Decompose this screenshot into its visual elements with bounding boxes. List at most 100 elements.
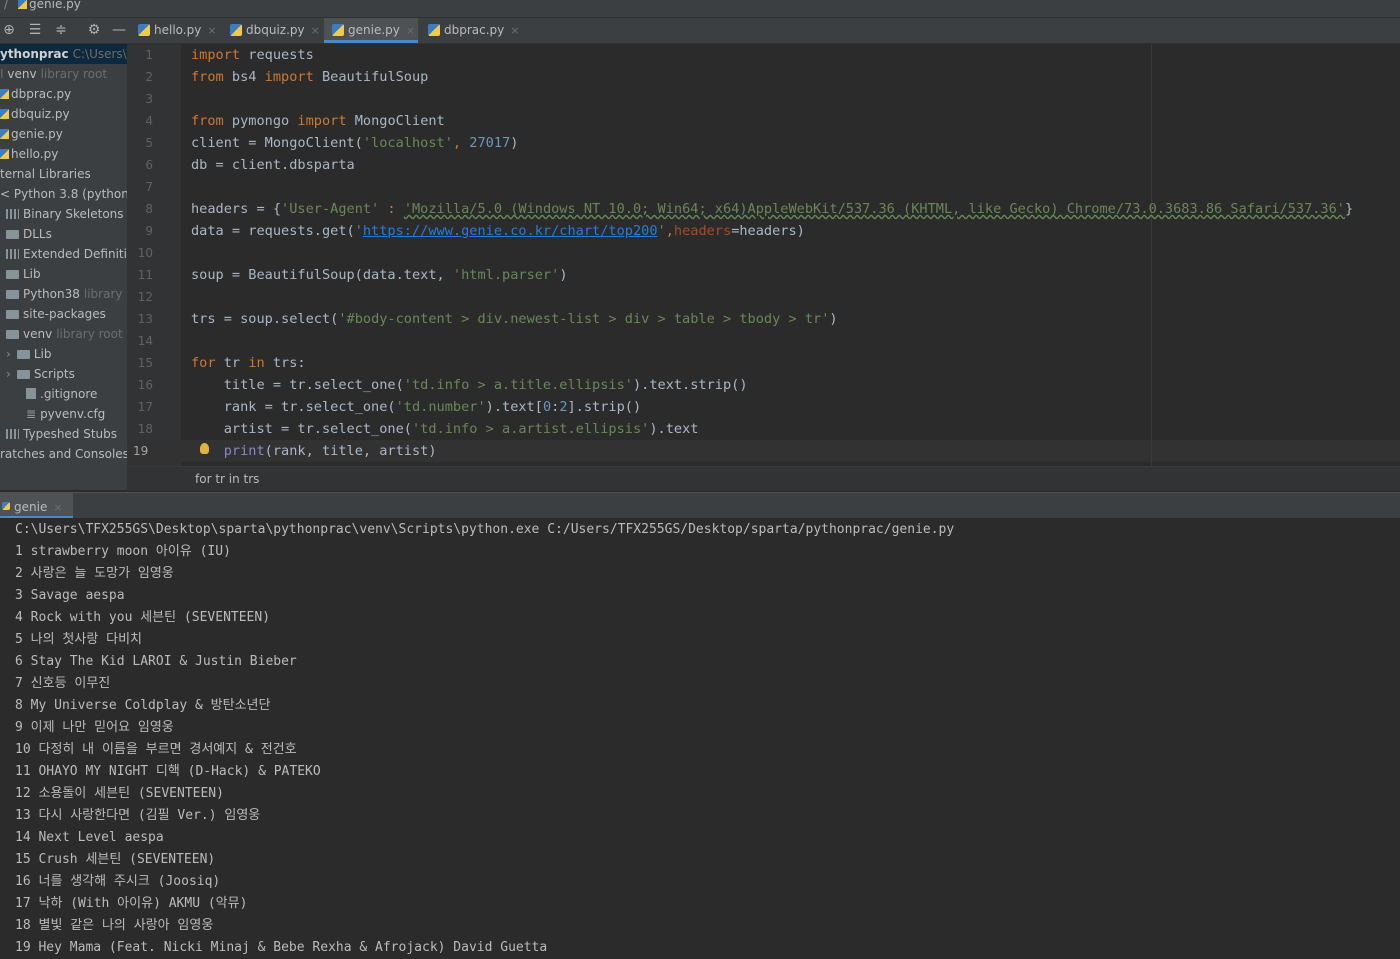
editor-breadcrumb[interactable]: for tr in trs: [127, 466, 1400, 491]
tab-hello-py[interactable]: hello.py ×: [130, 18, 222, 43]
line-number: 13: [137, 312, 153, 326]
line-number: 18: [137, 422, 153, 436]
library-icon: [6, 209, 19, 219]
code-line-16: title = tr.select_one('td.info > a.title…: [191, 377, 748, 393]
collapse-all-icon[interactable]: ☰: [26, 21, 44, 39]
library-icon: [6, 249, 19, 259]
line-number: 9: [145, 224, 153, 238]
library-icon: [6, 429, 19, 439]
code-line-13: trs = soup.select('#body-content > div.n…: [191, 311, 838, 327]
minimize-icon[interactable]: —: [110, 21, 128, 39]
python-file-icon: [0, 149, 9, 159]
tree-item-project-root[interactable]: ythonpracC:\Users\TF: [0, 44, 127, 64]
run-console[interactable]: C:\Users\TFX255GS\Desktop\sparta\pythonp…: [0, 518, 1400, 959]
line-number: 1: [145, 48, 153, 62]
tree-item-venv-lib[interactable]: › Lib: [6, 344, 51, 364]
tab-dbprac-py[interactable]: dbprac.py ×: [420, 18, 520, 43]
tree-item-dbprac[interactable]: dbprac.py: [0, 84, 71, 104]
line-number: 5: [145, 136, 153, 150]
config-file-icon: ≣: [26, 407, 37, 421]
console-line: 9 이제 나만 믿어요 임영웅: [15, 720, 174, 735]
console-line: 11 OHAYO MY NIGHT 디핵 (D-Hack) & PATEKO: [15, 764, 321, 779]
python-file-icon: [230, 24, 242, 36]
tree-item-scripts[interactable]: › Scripts: [6, 364, 75, 384]
line-number: 8: [145, 202, 153, 216]
tree-item-python38-sdk[interactable]: < Python 3.8 (pythonp: [0, 184, 127, 204]
tree-item-pyvenv-cfg[interactable]: ≣ pyvenv.cfg: [26, 404, 105, 424]
console-line: 6 Stay The Kid LAROI & Justin Bieber: [15, 654, 297, 669]
console-line: 16 너를 생각해 주시크 (Joosiq): [15, 874, 221, 889]
tree-item-typeshed-stubs[interactable]: Typeshed Stubs: [6, 424, 117, 444]
console-line: 14 Next Level aespa: [15, 830, 164, 845]
tree-item-dbquiz[interactable]: dbquiz.py: [0, 104, 70, 124]
python-file-icon: [2, 502, 10, 510]
close-icon[interactable]: ×: [311, 24, 320, 37]
code-line-5: client = MongoClient('localhost', 27017): [191, 135, 519, 151]
line-number: 10: [137, 246, 153, 260]
console-line: 2 사랑은 늘 도망가 임영웅: [15, 566, 174, 581]
tree-item-venv[interactable]: I venv library root: [0, 64, 107, 84]
console-line: 12 소용돌이 세븐틴 (SEVENTEEN): [15, 786, 224, 801]
tree-item-lib[interactable]: Lib: [6, 264, 41, 284]
tree-item-gitignore[interactable]: .gitignore: [26, 384, 97, 404]
run-tab-genie[interactable]: genie ×: [0, 493, 73, 518]
code-line-11: soup = BeautifulSoup(data.text, 'html.pa…: [191, 267, 568, 283]
tree-item-extended-definitions[interactable]: Extended Definitior: [6, 244, 127, 264]
python-file-icon: [0, 89, 9, 99]
close-icon[interactable]: ×: [510, 24, 519, 37]
line-number: 11: [137, 268, 153, 282]
line-number: 15: [137, 356, 153, 370]
project-tree: ythonpracC:\Users\TF I venvlibrary root …: [0, 44, 127, 490]
code-line-15: for tr in trs:: [191, 355, 306, 371]
tab-genie-py[interactable]: genie.py ×: [324, 18, 418, 43]
line-number: 6: [145, 158, 153, 172]
console-line: 10 다정히 내 이름을 부르면 경서예지 & 전건호: [15, 742, 297, 757]
console-line: 7 신호등 이무진: [15, 676, 111, 691]
expand-all-icon[interactable]: ≑: [52, 21, 70, 39]
tree-item-binary-skeletons[interactable]: Binary Skeletons: [6, 204, 124, 224]
folder-icon: [16, 370, 30, 379]
gitignore-icon: [26, 388, 36, 399]
chevron-right-icon[interactable]: ›: [6, 367, 11, 381]
folder-icon: [16, 350, 30, 359]
console-line: 13 다시 사랑한다면 (김필 Ver.) 임영웅: [15, 808, 261, 823]
tree-item-hello[interactable]: hello.py: [0, 144, 58, 164]
console-line: 15 Crush 세븐틴 (SEVENTEEN): [15, 852, 216, 867]
code-editor[interactable]: import requests from bs4 import Beautifu…: [181, 44, 1400, 466]
tab-dbquiz-py[interactable]: dbquiz.py ×: [222, 18, 322, 43]
console-line: 5 나의 첫사랑 다비치: [15, 632, 142, 647]
breadcrumb-item[interactable]: for tr in trs: [195, 472, 259, 486]
python-file-icon: [332, 24, 344, 36]
gear-icon[interactable]: ⚙: [85, 21, 103, 39]
add-icon[interactable]: ⊕: [0, 21, 18, 39]
tree-item-external-libraries[interactable]: ternal Libraries: [0, 164, 91, 184]
console-line: 3 Savage aespa: [15, 588, 125, 603]
console-line: 8 My Universe Coldplay & 방탄소년단: [15, 698, 271, 713]
python-file-icon: [138, 24, 150, 36]
line-number: 2: [145, 70, 153, 84]
line-number: 7: [145, 180, 153, 194]
line-number-gutter[interactable]: 1 2 3 4 5 6 7 8 9 10 11 12 13 14 15 16 1…: [127, 44, 190, 466]
editor-tabs-bar: ⊕ ☰ ≑ ⚙ — hello.py × dbquiz.py × genie.py ×…: [0, 18, 1400, 44]
close-icon[interactable]: ×: [406, 24, 415, 37]
tree-item-genie[interactable]: genie.py: [0, 124, 63, 144]
python-file-icon: [428, 24, 440, 36]
folder-icon: [6, 290, 19, 299]
python-file-icon: [0, 129, 9, 139]
code-line-17: rank = tr.select_one('td.number').text[0…: [191, 399, 642, 415]
close-icon[interactable]: ×: [207, 24, 216, 37]
line-number: 12: [137, 290, 153, 304]
folder-icon: [6, 230, 19, 239]
console-line: 17 낙하 (With 아이유) AKMU (악뮤): [15, 896, 248, 911]
tree-item-python38[interactable]: Python38library ro: [6, 284, 127, 304]
tree-item-site-packages[interactable]: site-packages: [6, 304, 106, 324]
close-icon[interactable]: ×: [53, 501, 62, 514]
breadcrumb-file[interactable]: genie.py: [18, 0, 81, 11]
tree-item-scratches[interactable]: ratches and Consoles: [0, 444, 127, 464]
breadcrumb-separator: /: [4, 0, 9, 11]
tree-item-venv-lib-root[interactable]: venv library root: [6, 324, 123, 344]
tree-item-dlls[interactable]: DLLs: [6, 224, 52, 244]
chevron-right-icon[interactable]: ›: [6, 347, 11, 361]
code-line-19: print(rank, title, artist): [223, 443, 437, 459]
code-line-4: from pymongo import MongoClient: [191, 113, 445, 129]
